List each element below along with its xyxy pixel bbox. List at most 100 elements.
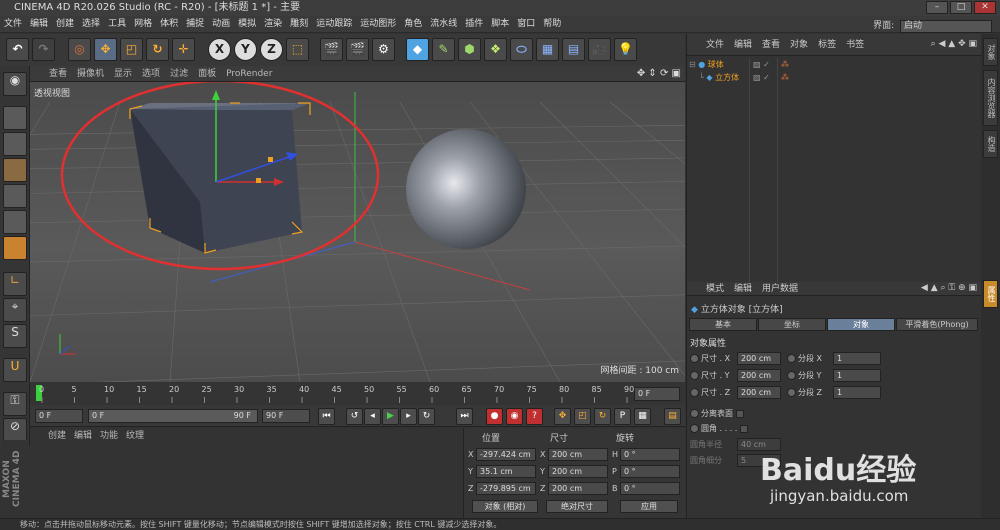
menu-mograph[interactable]: 运动图形 bbox=[356, 16, 400, 33]
undo-icon[interactable]: ↶ bbox=[6, 38, 29, 61]
polygons-mode-icon[interactable] bbox=[3, 236, 27, 260]
go-to-start-icon[interactable]: ⏮ bbox=[318, 408, 335, 425]
fillet-subdiv-field[interactable]: 5 bbox=[737, 454, 781, 467]
snap-icon[interactable]: S bbox=[3, 324, 27, 348]
seg-y-anim-dot[interactable] bbox=[787, 371, 796, 380]
size-x-field[interactable]: 200 cm bbox=[548, 448, 608, 461]
attribute-menu-mode[interactable]: 模式 bbox=[701, 282, 729, 296]
light-icon[interactable]: 💡 bbox=[614, 38, 637, 61]
rot-h-field[interactable]: 0 ° bbox=[620, 448, 680, 461]
size-x-anim-dot[interactable] bbox=[690, 354, 699, 363]
cube-visibility-icon[interactable]: ▨ ✓ bbox=[753, 72, 770, 84]
next-frame-icon[interactable]: ▸ bbox=[400, 408, 417, 425]
fillet-radius-field[interactable]: 40 cm bbox=[737, 438, 781, 451]
texture-mode-icon[interactable] bbox=[3, 132, 27, 156]
magnet-icon[interactable]: U bbox=[3, 358, 27, 382]
rotate-tool-icon[interactable]: ↻ bbox=[146, 38, 169, 61]
sphere-tag-icon[interactable]: ⁂ bbox=[781, 59, 789, 71]
menu-window[interactable]: 窗口 bbox=[513, 16, 539, 33]
current-frame-field[interactable]: 0 F bbox=[634, 387, 680, 401]
material-menu-create[interactable]: 创建 bbox=[44, 428, 70, 444]
separate-surfaces-row[interactable]: 分离表面 bbox=[690, 407, 744, 421]
menu-tools[interactable]: 工具 bbox=[104, 16, 130, 33]
menu-plugins[interactable]: 插件 bbox=[461, 16, 487, 33]
attr-size-x-field[interactable]: 200 cm bbox=[737, 352, 781, 365]
viewport-menu-display[interactable]: 显示 bbox=[109, 66, 137, 82]
material-menu-function[interactable]: 功能 bbox=[96, 428, 122, 444]
menu-script[interactable]: 脚本 bbox=[487, 16, 513, 33]
cloner-icon[interactable]: ❖ bbox=[484, 38, 507, 61]
fillet-checkbox[interactable] bbox=[739, 424, 748, 433]
menu-select[interactable]: 选择 bbox=[78, 16, 104, 33]
y-axis-lock-button[interactable]: Y bbox=[234, 38, 257, 61]
menu-sculpt[interactable]: 雕刻 bbox=[286, 16, 312, 33]
autokey-icon[interactable]: ◉ bbox=[506, 408, 523, 425]
keyframe-selection-icon[interactable]: ? bbox=[526, 408, 543, 425]
record-scale-icon[interactable]: ◰ bbox=[574, 408, 591, 425]
menu-render[interactable]: 渲染 bbox=[260, 16, 286, 33]
pos-y-field[interactable]: 35.1 cm bbox=[476, 465, 536, 478]
menu-help[interactable]: 帮助 bbox=[539, 16, 565, 33]
menu-create[interactable]: 创建 bbox=[52, 16, 78, 33]
rot-b-field[interactable]: 0 ° bbox=[620, 482, 680, 495]
object-menu-bookmarks[interactable]: 书签 bbox=[841, 34, 869, 56]
record-parameter-icon[interactable]: P bbox=[614, 408, 631, 425]
axis-mode-icon[interactable]: ∟ bbox=[3, 272, 27, 296]
coordinate-mode-select[interactable]: 对象 (相对) bbox=[472, 500, 538, 513]
workplane-icon[interactable]: ⊘ bbox=[3, 418, 27, 442]
tree-collapse-icon[interactable]: ⊟ bbox=[689, 60, 696, 69]
size-mode-select[interactable]: 绝对尺寸 bbox=[546, 500, 608, 513]
attribute-nav-icons[interactable]: ◀ ▲ ⌕ ⚿ ⊕ ▣ bbox=[921, 283, 977, 293]
record-rotation-icon[interactable]: ↻ bbox=[594, 408, 611, 425]
play-icon[interactable]: ▶ bbox=[382, 408, 399, 425]
separate-checkbox[interactable] bbox=[735, 409, 744, 418]
seg-x-anim-dot[interactable] bbox=[787, 354, 796, 363]
x-axis-lock-button[interactable]: X bbox=[208, 38, 231, 61]
side-tab-structure[interactable]: 构造 bbox=[983, 130, 998, 158]
sphere-object[interactable] bbox=[406, 129, 526, 249]
workplane-mode-icon[interactable] bbox=[3, 158, 27, 182]
render-settings-icon[interactable]: ⚙ bbox=[372, 38, 395, 61]
tab-phong[interactable]: 平滑着色(Phong) bbox=[896, 318, 978, 331]
maximize-button[interactable]: □ bbox=[950, 1, 972, 14]
lock-workplane-icon[interactable]: ⚿ bbox=[3, 392, 27, 416]
object-menu-tags[interactable]: 标签 bbox=[813, 34, 841, 56]
size-y-field[interactable]: 200 cm bbox=[548, 465, 608, 478]
attribute-menu-edit[interactable]: 编辑 bbox=[729, 282, 757, 296]
menu-simulate[interactable]: 模拟 bbox=[234, 16, 260, 33]
size-z-anim-dot[interactable] bbox=[690, 388, 699, 397]
menu-file[interactable]: 文件 bbox=[0, 16, 26, 33]
menu-snap[interactable]: 捕捉 bbox=[182, 16, 208, 33]
viewport-menu-prorender[interactable]: ProRender bbox=[221, 66, 277, 82]
attr-size-z-field[interactable]: 200 cm bbox=[737, 386, 781, 399]
attribute-menu-userdata[interactable]: 用户数据 bbox=[757, 282, 803, 296]
live-select-icon[interactable]: ◎ bbox=[68, 38, 91, 61]
record-active-icon[interactable]: ● bbox=[486, 408, 503, 425]
sphere-visibility-icon[interactable]: ▨ ✓ bbox=[753, 59, 770, 71]
attr-seg-z-field[interactable]: 1 bbox=[833, 386, 881, 399]
cube-name[interactable]: 立方体 bbox=[715, 73, 739, 82]
start-frame-field[interactable]: 0 F bbox=[35, 409, 83, 423]
deformer-icon[interactable]: ⬭ bbox=[510, 38, 533, 61]
tab-object[interactable]: 对象 bbox=[827, 318, 895, 331]
move-tool-icon[interactable]: ✥ bbox=[94, 38, 117, 61]
redo-icon[interactable]: ↷ bbox=[32, 38, 55, 61]
tab-coordinates[interactable]: 坐标 bbox=[758, 318, 826, 331]
go-to-end-icon[interactable]: ⏭ bbox=[456, 408, 473, 425]
coordinate-system-icon[interactable]: ⬚ bbox=[286, 38, 309, 61]
floor-icon[interactable]: ▦ bbox=[536, 38, 559, 61]
pen-tool-icon[interactable]: ✎ bbox=[432, 38, 455, 61]
object-menu-view[interactable]: 查看 bbox=[757, 34, 785, 56]
pos-z-field[interactable]: -279.895 cm bbox=[476, 482, 536, 495]
object-manager-search-icons[interactable]: ⌕ ◀ ▲ ✥ ▣ bbox=[931, 39, 977, 49]
size-z-field[interactable]: 200 cm bbox=[548, 482, 608, 495]
material-menu-edit[interactable]: 编辑 bbox=[70, 428, 96, 444]
fillet-row[interactable]: 圆角 . . . . bbox=[690, 422, 748, 436]
next-key-icon[interactable]: ↻ bbox=[418, 408, 435, 425]
points-mode-icon[interactable] bbox=[3, 184, 27, 208]
tab-basic[interactable]: 基本 bbox=[689, 318, 757, 331]
material-menu-texture[interactable]: 纹理 bbox=[122, 428, 148, 444]
sphere-name[interactable]: 球体 bbox=[708, 60, 724, 69]
edges-mode-icon[interactable] bbox=[3, 210, 27, 234]
timeline-ruler[interactable]: 0 5 10 15 20 25 30 35 40 45 50 55 60 65 70 75 80 85 90 0 F bbox=[30, 383, 685, 405]
